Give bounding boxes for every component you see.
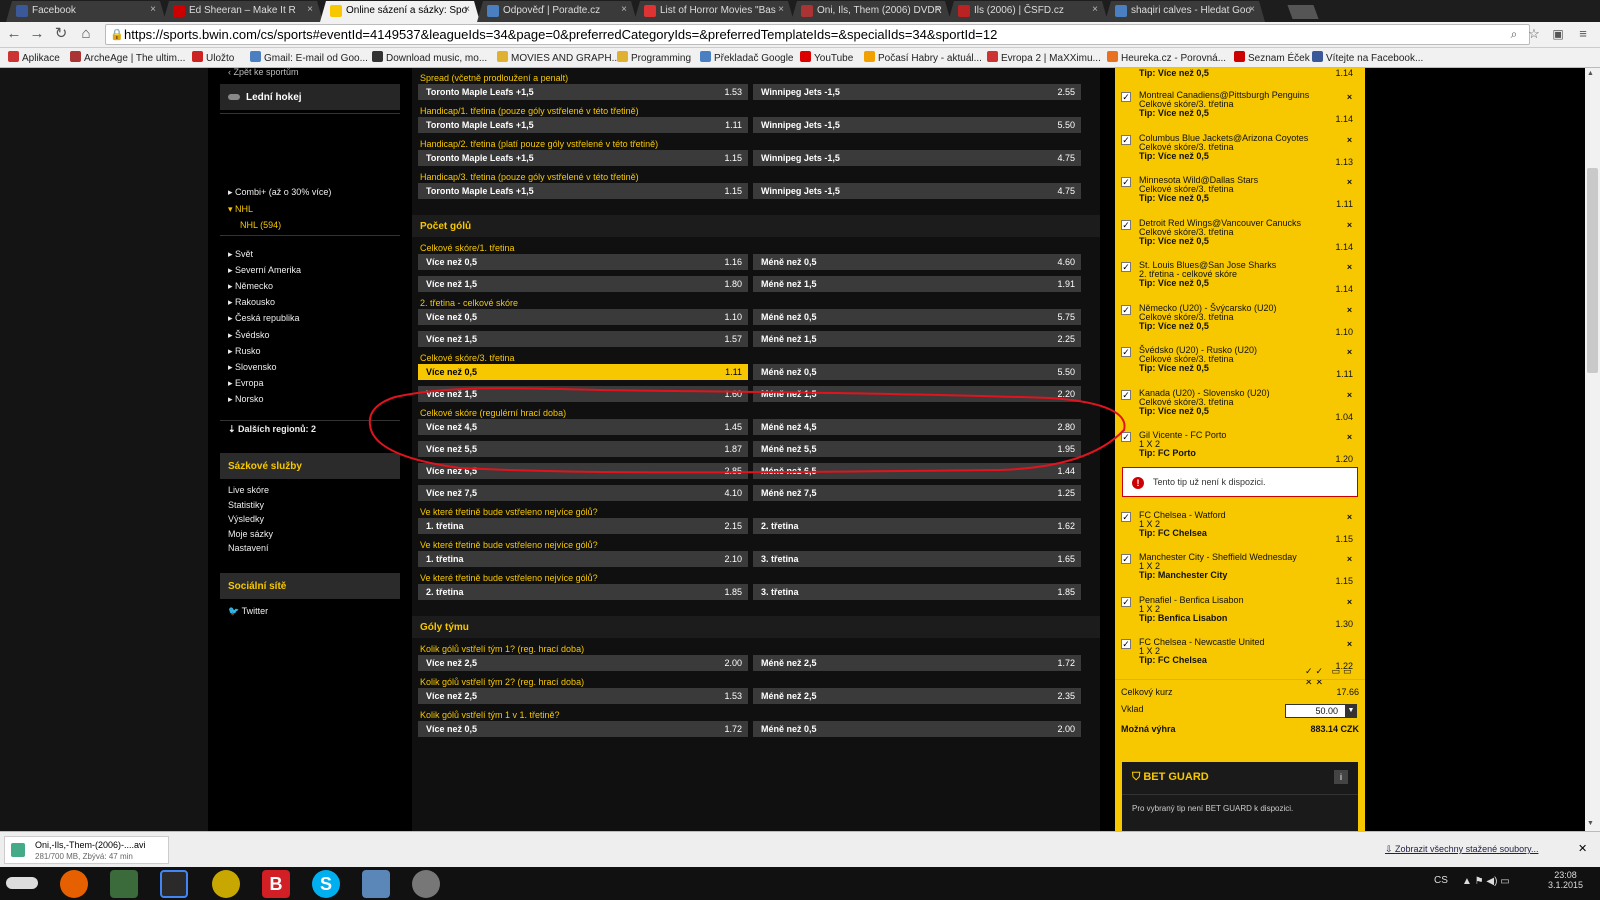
tray-icons[interactable]: ▲ ⚑ ◀) ▭ <box>1462 876 1510 887</box>
chrome-icon[interactable] <box>160 870 188 898</box>
close-icon[interactable]: ✕ <box>1578 842 1587 855</box>
scrollbar-thumb[interactable] <box>1587 168 1598 373</box>
b-app-icon[interactable]: B <box>262 870 290 898</box>
scroll-down-icon[interactable]: ▼ <box>1587 820 1594 827</box>
show-all-downloads-link[interactable]: ⇩ Zobrazit všechny stažené soubory... <box>1385 844 1538 855</box>
red-annotation-ellipse <box>368 387 1126 474</box>
clock[interactable]: 23:08 3.1.2015 <box>1548 870 1583 890</box>
media-icon[interactable] <box>412 870 440 898</box>
computer-icon[interactable] <box>110 870 138 898</box>
start-icon[interactable] <box>6 877 38 889</box>
taskbar: B S CS ▲ ⚑ ◀) ▭ 23:08 3.1.2015 <box>0 867 1600 900</box>
file-icon <box>11 843 25 857</box>
download-filename: Oni,-Ils,-Them-(2006)-....avi <box>35 840 146 850</box>
skype-icon[interactable]: S <box>312 870 340 898</box>
language-indicator[interactable]: CS <box>1434 875 1448 886</box>
download-bar: Oni,-Ils,-Them-(2006)-....avi 281/700 MB… <box>0 831 1600 867</box>
download-status: 281/700 MB, Zbývá: 47 min <box>35 852 133 861</box>
firefox-icon[interactable] <box>60 870 88 898</box>
app-icon[interactable] <box>212 870 240 898</box>
control-panel-icon[interactable] <box>362 870 390 898</box>
scroll-up-icon[interactable]: ▲ <box>1587 70 1594 77</box>
download-item[interactable]: Oni,-Ils,-Them-(2006)-....avi 281/700 MB… <box>4 836 169 864</box>
